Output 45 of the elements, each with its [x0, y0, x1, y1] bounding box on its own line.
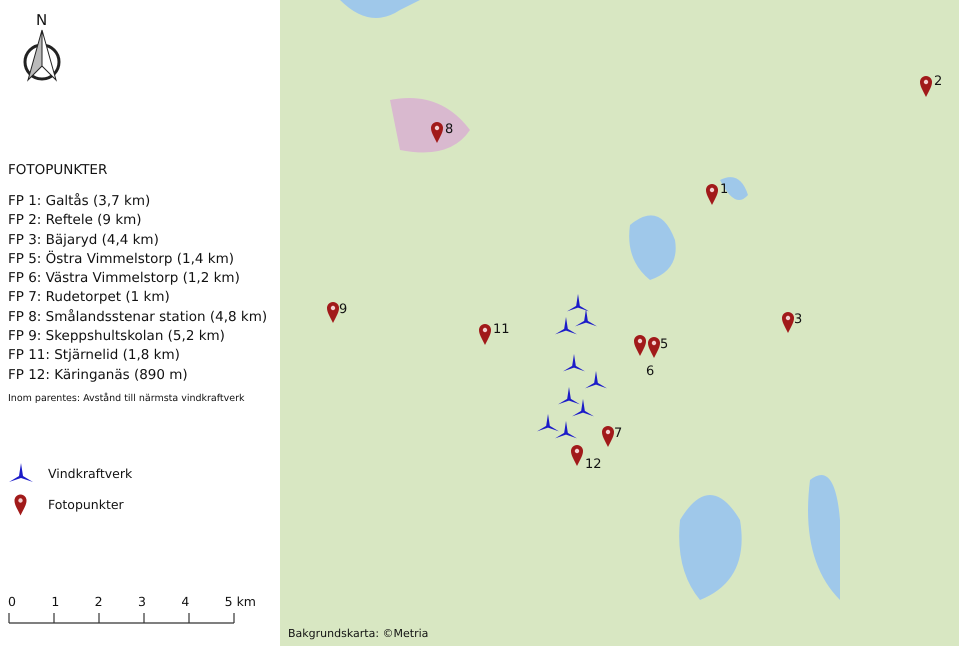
photo-point-entry: FP 2: Reftele (9 km): [8, 211, 143, 230]
legend-label: Vindkraftverk: [48, 466, 132, 482]
map-pin-icon: [430, 121, 444, 143]
photo-point-entry: FP 5: Östra Vimmelstorp (1,4 km): [8, 250, 235, 269]
map-credit: Bakgrundskarta: ©Metria: [288, 627, 428, 640]
pin-number: 1: [720, 183, 728, 197]
legend-title: FOTOPUNKTER: [8, 162, 108, 178]
lake: [720, 177, 748, 200]
map-pin-icon: [647, 336, 661, 358]
photo-point-entry: FP 3: Bäjaryd (4,4 km): [8, 230, 160, 250]
photo-point-entry: FP 9: Skeppshultskolan (5,2 km): [8, 327, 226, 346]
pin-number: 8: [445, 123, 454, 137]
map-pin-icon: [633, 334, 647, 356]
compass-north-label: N: [36, 12, 48, 28]
pin-number: 9: [339, 303, 348, 317]
photo-point-entry: FP 7: Rudetorpet (1 km): [8, 288, 171, 308]
scale-label: 5 km: [224, 594, 257, 609]
lake: [629, 215, 676, 280]
photo-point-entry: FP 6: Västra Vimmelstorp (1,2 km): [8, 269, 241, 288]
photo-point-entry: FP 1: Galtås (3,7 km): [8, 192, 152, 211]
photo-point-entry: FP 11: Stjärnelid (1,8 km): [8, 346, 181, 366]
map-pin-icon: [781, 311, 795, 333]
pin-number: 11: [493, 323, 510, 337]
legend-label: Fotopunkter: [48, 497, 124, 512]
map-pin-icon: [919, 75, 933, 97]
photo-point-entry: FP 12: Käringanäs (890 m): [8, 366, 189, 385]
map-pin-icon: [478, 323, 492, 345]
map-pin-icon: [601, 425, 615, 447]
scale-label: 4: [181, 594, 190, 609]
pin-number: 6: [646, 365, 654, 379]
map-pin-icon: [14, 494, 27, 516]
scale-label: 3: [138, 594, 147, 609]
map-pin-icon: [570, 444, 584, 466]
map-pin-icon: [705, 183, 719, 205]
pin-number: 7: [614, 427, 622, 441]
pin-number: 2: [934, 75, 942, 89]
photo-point-entry: FP 8: Smålandsstenar station (4,8 km): [8, 308, 268, 327]
scale-label: 0: [8, 594, 17, 609]
scale-label: 1: [51, 594, 60, 609]
pin-number: 12: [585, 458, 602, 472]
map-pin-icon: [326, 301, 340, 323]
pin-number: 3: [794, 313, 802, 327]
pin-number: 5: [660, 338, 668, 352]
scale-label: 2: [94, 594, 104, 609]
legend-note: Inom parentes: Avstånd till närmsta vindkraftverk: [8, 392, 246, 404]
